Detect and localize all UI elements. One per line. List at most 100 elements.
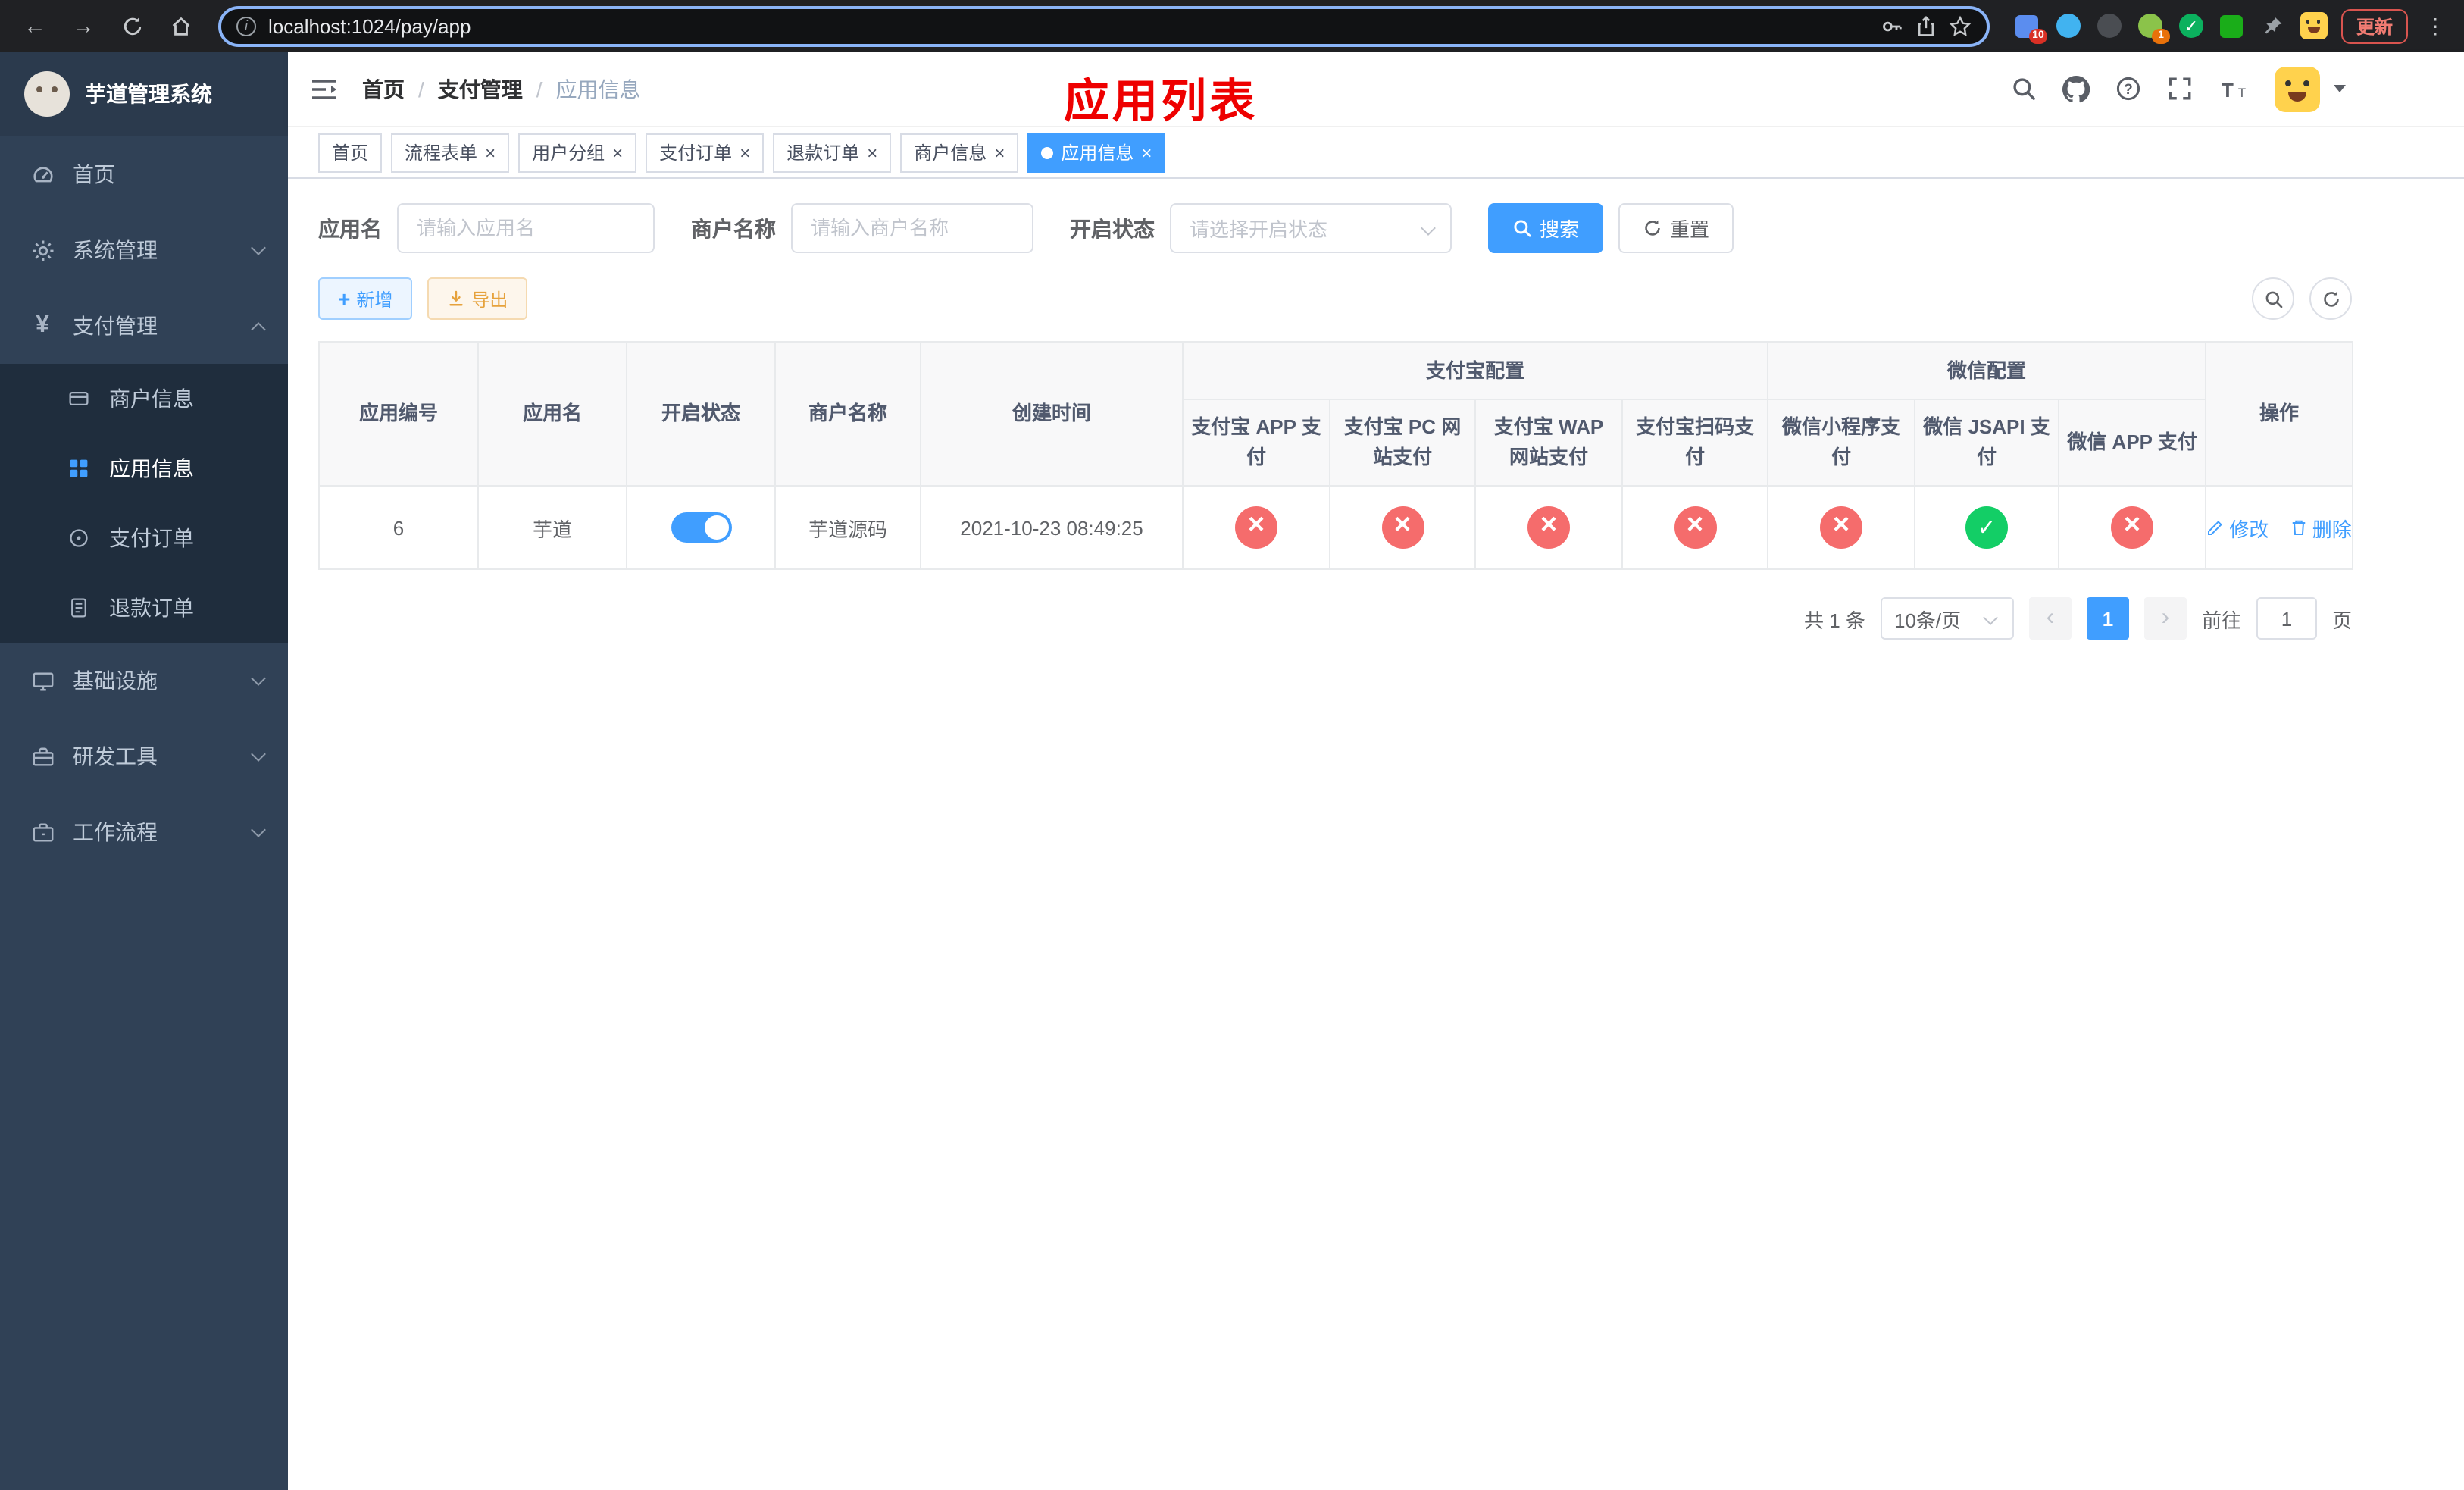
- sidebar-item-workflow[interactable]: 工作流程: [0, 794, 288, 870]
- wechat-mini-status-icon: [1820, 506, 1863, 549]
- alipay-pc-status-icon: [1381, 506, 1424, 549]
- sidebar-item-pay-orders[interactable]: 支付订单: [0, 503, 288, 573]
- font-size-icon[interactable]: TT: [2219, 77, 2249, 101]
- wechat-jsapi-status-icon: [1965, 506, 2009, 549]
- pagination: 共 1 条 10条/页 ‹ 1 › 前往 页: [318, 597, 2352, 640]
- plus-icon: +: [338, 286, 351, 311]
- address-bar[interactable]: i localhost:1024/pay/app: [218, 5, 1990, 46]
- chevron-down-icon: [251, 240, 266, 255]
- sidebar-item-dev-tools[interactable]: 研发工具: [0, 718, 288, 794]
- back-icon[interactable]: ←: [15, 6, 55, 45]
- goto-suffix: 页: [2331, 609, 2352, 631]
- svg-text:T: T: [2238, 85, 2246, 99]
- edit-link[interactable]: 修改: [2206, 513, 2269, 542]
- export-button[interactable]: 导出: [427, 277, 528, 320]
- share-icon[interactable]: [1915, 14, 1937, 37]
- close-icon[interactable]: ×: [994, 143, 1005, 161]
- github-icon[interactable]: [2062, 75, 2090, 102]
- add-button[interactable]: + 新增: [318, 277, 413, 320]
- breadcrumb-payment[interactable]: 支付管理: [438, 74, 523, 104]
- password-key-icon[interactable]: [1881, 14, 1903, 37]
- cell-app-name: 芋道: [477, 485, 627, 570]
- merchant-name-input[interactable]: [791, 203, 1033, 253]
- browser-toolbar: ← → i localhost:1024/pay/app 10 1 ✓ 更新 ⋮: [0, 0, 2464, 52]
- tab-user-group[interactable]: 用户分组 ×: [518, 133, 637, 172]
- extensions-pin-icon[interactable]: [2259, 12, 2287, 39]
- user-avatar[interactable]: [2275, 66, 2320, 111]
- reload-icon[interactable]: [112, 6, 152, 45]
- credit-card-icon: [67, 388, 91, 409]
- profile-avatar[interactable]: [2300, 12, 2328, 39]
- search-icon[interactable]: [2011, 76, 2037, 102]
- order-icon: [67, 527, 91, 549]
- alipay-qr-status-icon: [1674, 506, 1716, 549]
- tab-merchant-info[interactable]: 商户信息 ×: [900, 133, 1019, 172]
- sidebar-item-refund-orders[interactable]: 退款订单: [0, 573, 288, 643]
- app-logo[interactable]: 芋道管理系统: [0, 52, 288, 136]
- tab-home[interactable]: 首页: [318, 133, 383, 172]
- page-overlay-title: 应用列表: [1064, 77, 1258, 127]
- sidebar-item-home[interactable]: 首页: [0, 136, 288, 212]
- group-header-wechat: 微信配置: [1767, 341, 2207, 400]
- alipay-app-status-icon: [1235, 506, 1277, 549]
- avatar-caret-icon[interactable]: [2334, 85, 2346, 92]
- delete-link[interactable]: 删除: [2290, 513, 2352, 542]
- help-icon[interactable]: ?: [2115, 76, 2141, 102]
- extension-icon-2[interactable]: [2055, 12, 2082, 39]
- tab-pay-orders[interactable]: 支付订单 ×: [646, 133, 765, 172]
- briefcase-icon: [30, 821, 55, 844]
- forward-icon[interactable]: →: [64, 6, 103, 45]
- toolbox-icon: [30, 745, 55, 768]
- status-select[interactable]: 请选择开启状态: [1170, 203, 1452, 253]
- extension-icon-1[interactable]: 10: [2014, 12, 2047, 44]
- bookmark-star-icon[interactable]: [1949, 14, 1972, 37]
- prev-page-button[interactable]: ‹: [2028, 597, 2072, 640]
- goto-page-input[interactable]: [2256, 597, 2317, 640]
- screen: ← → i localhost:1024/pay/app 10 1 ✓ 更新 ⋮…: [0, 0, 2464, 1490]
- extension-icon-5[interactable]: ✓: [2178, 12, 2205, 39]
- app-name-label: 应用名: [318, 216, 382, 240]
- site-info-icon[interactable]: i: [236, 16, 256, 36]
- search-button[interactable]: 搜索: [1488, 203, 1604, 253]
- sidebar-item-payment[interactable]: ¥ 支付管理: [0, 288, 288, 364]
- sidebar-item-app-info[interactable]: 应用信息: [0, 434, 288, 503]
- extension-icon-3[interactable]: [2096, 12, 2123, 39]
- toggle-search-button[interactable]: [2252, 277, 2294, 320]
- merchant-name-label: 商户名称: [691, 216, 776, 240]
- browser-menu-icon[interactable]: ⋮: [2422, 13, 2449, 39]
- tab-refund-orders[interactable]: 退款订单 ×: [773, 133, 892, 172]
- chevron-down-icon: [251, 822, 266, 837]
- page-size-select[interactable]: 10条/页: [1880, 597, 2014, 640]
- col-header-created: 创建时间: [920, 341, 1184, 487]
- close-icon[interactable]: ×: [485, 143, 496, 161]
- browser-update-button[interactable]: 更新: [2340, 8, 2408, 43]
- sidebar-menu: 首页 系统管理 ¥ 支付管理 商户信息 应用信息 支付订单 退款订单 基础设施 …: [0, 136, 288, 870]
- browser-extensions-area: 10 1 ✓ 更新 ⋮: [2008, 8, 2449, 44]
- col-header-wx-app: 微信 APP 支付: [2058, 399, 2207, 487]
- extension-icon-4[interactable]: 1: [2137, 12, 2170, 44]
- col-header-actions: 操作: [2205, 341, 2354, 487]
- sidebar-item-infrastructure[interactable]: 基础设施: [0, 643, 288, 718]
- refresh-table-button[interactable]: [2309, 277, 2352, 320]
- fullscreen-icon[interactable]: [2167, 76, 2193, 102]
- navbar-actions: ? TT: [2011, 66, 2346, 111]
- next-page-button[interactable]: ›: [2143, 597, 2187, 640]
- enabled-toggle[interactable]: [671, 512, 731, 543]
- sidebar-item-merchant-info[interactable]: 商户信息: [0, 364, 288, 434]
- close-icon[interactable]: ×: [1141, 143, 1152, 161]
- extension-icon-6[interactable]: [2219, 12, 2246, 39]
- sidebar-toggle-icon[interactable]: [311, 77, 338, 101]
- tab-app-info[interactable]: 应用信息 ×: [1027, 133, 1166, 172]
- page-number-1[interactable]: 1: [2086, 597, 2129, 640]
- breadcrumb-home[interactable]: 首页: [362, 74, 405, 104]
- close-icon[interactable]: ×: [612, 143, 623, 161]
- home-icon[interactable]: [161, 6, 200, 45]
- tab-process-form[interactable]: 流程表单 ×: [391, 133, 510, 172]
- sidebar-item-system[interactable]: 系统管理: [0, 212, 288, 288]
- close-icon[interactable]: ×: [740, 143, 750, 161]
- reset-button[interactable]: 重置: [1618, 203, 1734, 253]
- chevron-down-icon: [1983, 610, 1998, 625]
- app-name-input[interactable]: [397, 203, 655, 253]
- dashboard-icon: [30, 163, 55, 186]
- close-icon[interactable]: ×: [867, 143, 877, 161]
